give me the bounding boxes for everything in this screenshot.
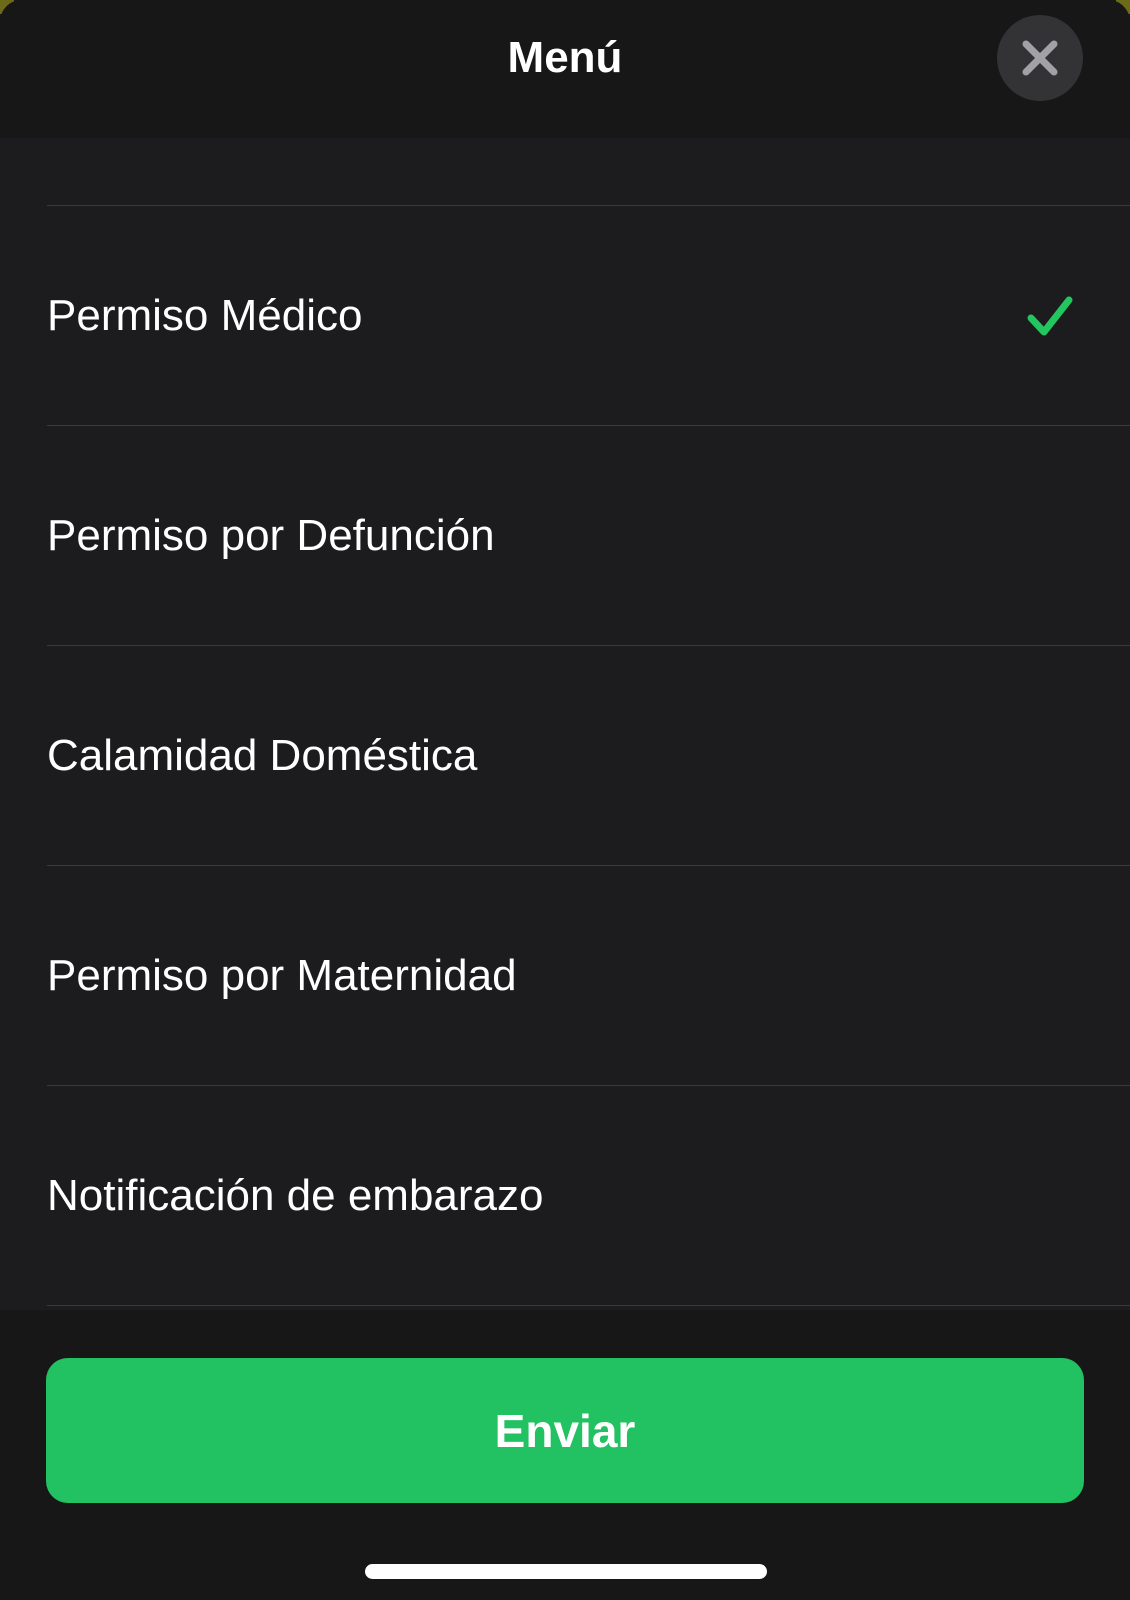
close-icon xyxy=(1022,40,1058,76)
page-title: Menú xyxy=(507,33,623,82)
menu-item-permiso-maternidad[interactable]: Permiso por Maternidad xyxy=(0,866,1130,1085)
close-button[interactable] xyxy=(997,15,1083,101)
menu-item-label: Permiso por Defunción xyxy=(47,511,495,560)
divider xyxy=(47,1305,1130,1306)
menu-item-label: Notificación de embarazo xyxy=(47,1171,544,1220)
menu-item-notificacion-embarazo[interactable]: Notificación de embarazo xyxy=(0,1086,1130,1305)
menu-sheet: Menú Permiso Médico Permiso por Defunció… xyxy=(0,0,1130,1600)
menu-item-label: Permiso por Maternidad xyxy=(47,951,517,1000)
menu-item-permiso-medico[interactable]: Permiso Médico xyxy=(0,206,1130,425)
menu-item-label: Permiso Médico xyxy=(47,291,363,340)
send-button[interactable]: Enviar xyxy=(46,1358,1084,1503)
checkmark-icon xyxy=(1027,296,1073,336)
menu-list: Permiso Médico Permiso por Defunción Cal… xyxy=(0,138,1130,1310)
menu-item-label: Calamidad Doméstica xyxy=(47,731,478,780)
sheet-header: Menú xyxy=(0,0,1130,138)
sheet-footer: Enviar xyxy=(0,1310,1130,1600)
menu-item-calamidad-domestica[interactable]: Calamidad Doméstica xyxy=(0,646,1130,865)
menu-item-permiso-defuncion[interactable]: Permiso por Defunción xyxy=(0,426,1130,645)
home-indicator xyxy=(365,1564,767,1579)
